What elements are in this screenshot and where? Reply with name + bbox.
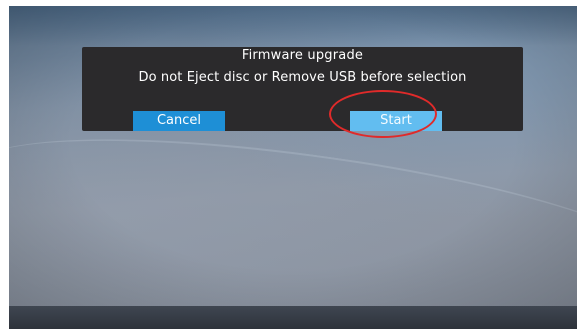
firmware-upgrade-dialog: Firmware upgrade Do not Eject disc or Re…: [82, 47, 523, 131]
tv-bezel-bottom: [9, 306, 577, 329]
start-button[interactable]: Start: [350, 111, 442, 131]
dialog-message: Do not Eject disc or Remove USB before s…: [138, 70, 467, 85]
cancel-button[interactable]: Cancel: [133, 111, 225, 131]
tv-screen-background: Firmware upgrade Do not Eject disc or Re…: [9, 6, 577, 306]
dialog-title: Firmware upgrade: [241, 48, 364, 63]
